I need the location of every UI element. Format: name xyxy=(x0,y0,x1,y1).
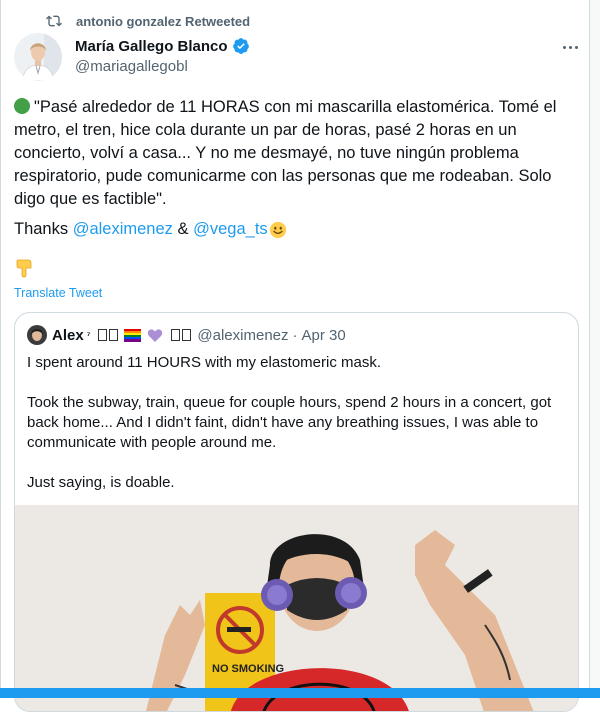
missing-glyph-icon xyxy=(182,329,192,341)
author-handle: @mariagallegobl xyxy=(75,58,188,75)
photo-sign-text: NO SMOKING xyxy=(212,663,284,675)
thanks-and: & xyxy=(172,220,194,238)
tweet-text: "Pasé alrededor de 11 HORAS con mi masca… xyxy=(14,96,586,211)
more-options-button[interactable] xyxy=(556,37,584,57)
quoted-author-name[interactable]: Alex xyxy=(52,327,84,344)
quoted-paragraph: Took the subway, train, queue for couple… xyxy=(27,394,552,451)
author-avatar[interactable] xyxy=(14,33,62,81)
quoted-tweet-date[interactable]: Apr 30 xyxy=(302,327,346,344)
quoted-tweet-text: I spent around 11 HOURS with my elastome… xyxy=(27,353,565,513)
purple-heart-icon xyxy=(148,328,163,342)
missing-glyph-icon xyxy=(109,329,119,341)
rainbow-flag-icon xyxy=(124,328,142,342)
mention-link-1[interactable]: @aleximenez xyxy=(73,218,173,241)
quoted-author-avatar[interactable] xyxy=(27,325,47,345)
missing-glyph-icon xyxy=(98,329,108,341)
bottom-accent-bar xyxy=(0,688,600,698)
missing-glyph-icon xyxy=(171,329,181,341)
thanks-prefix: Thanks xyxy=(14,220,73,238)
point-down-emoji-icon xyxy=(16,259,32,278)
green-circle-emoji xyxy=(14,98,30,114)
quoted-tweet-card[interactable]: Alex ⁷ @aleximenez · Apr 30 I spent arou… xyxy=(14,312,579,712)
retweet-header[interactable]: antonio gonzalez Retweeted xyxy=(46,12,250,30)
quoted-separator: · xyxy=(292,326,298,344)
quoted-tweet-photo[interactable]: NO SMOKING xyxy=(15,505,579,712)
translate-tweet-link[interactable]: Translate Tweet xyxy=(14,286,102,300)
author-name[interactable]: María Gallego Blanco xyxy=(75,38,228,55)
quoted-paragraph: Just saying, is doable. xyxy=(27,474,175,491)
tweet-thanks-line: Thanks @aleximenez & @vega_ts xyxy=(14,218,287,241)
timeline-border-left xyxy=(0,0,1,698)
quoted-paragraph: I spent around 11 HOURS with my elastome… xyxy=(27,354,382,371)
quoted-author-superscript: ⁷ xyxy=(86,330,91,340)
retweet-icon xyxy=(46,15,62,27)
mention-link-2[interactable]: @vega_ts xyxy=(193,218,268,241)
quoted-tweet-header: Alex ⁷ @aleximenez · Apr 30 xyxy=(27,325,346,345)
tweet-body: "Pasé alrededor de 11 HORAS con mi masca… xyxy=(14,98,557,208)
retweeted-by-label: antonio gonzalez Retweeted xyxy=(76,13,251,29)
smile-emoji-icon xyxy=(269,221,286,238)
quoted-author-handle: @aleximenez xyxy=(197,326,289,344)
more-icon xyxy=(562,45,566,49)
scrollbar-track[interactable] xyxy=(590,0,600,698)
verified-badge-icon xyxy=(232,38,249,54)
author-block[interactable]: María Gallego Blanco @mariagallegobl xyxy=(75,36,250,75)
